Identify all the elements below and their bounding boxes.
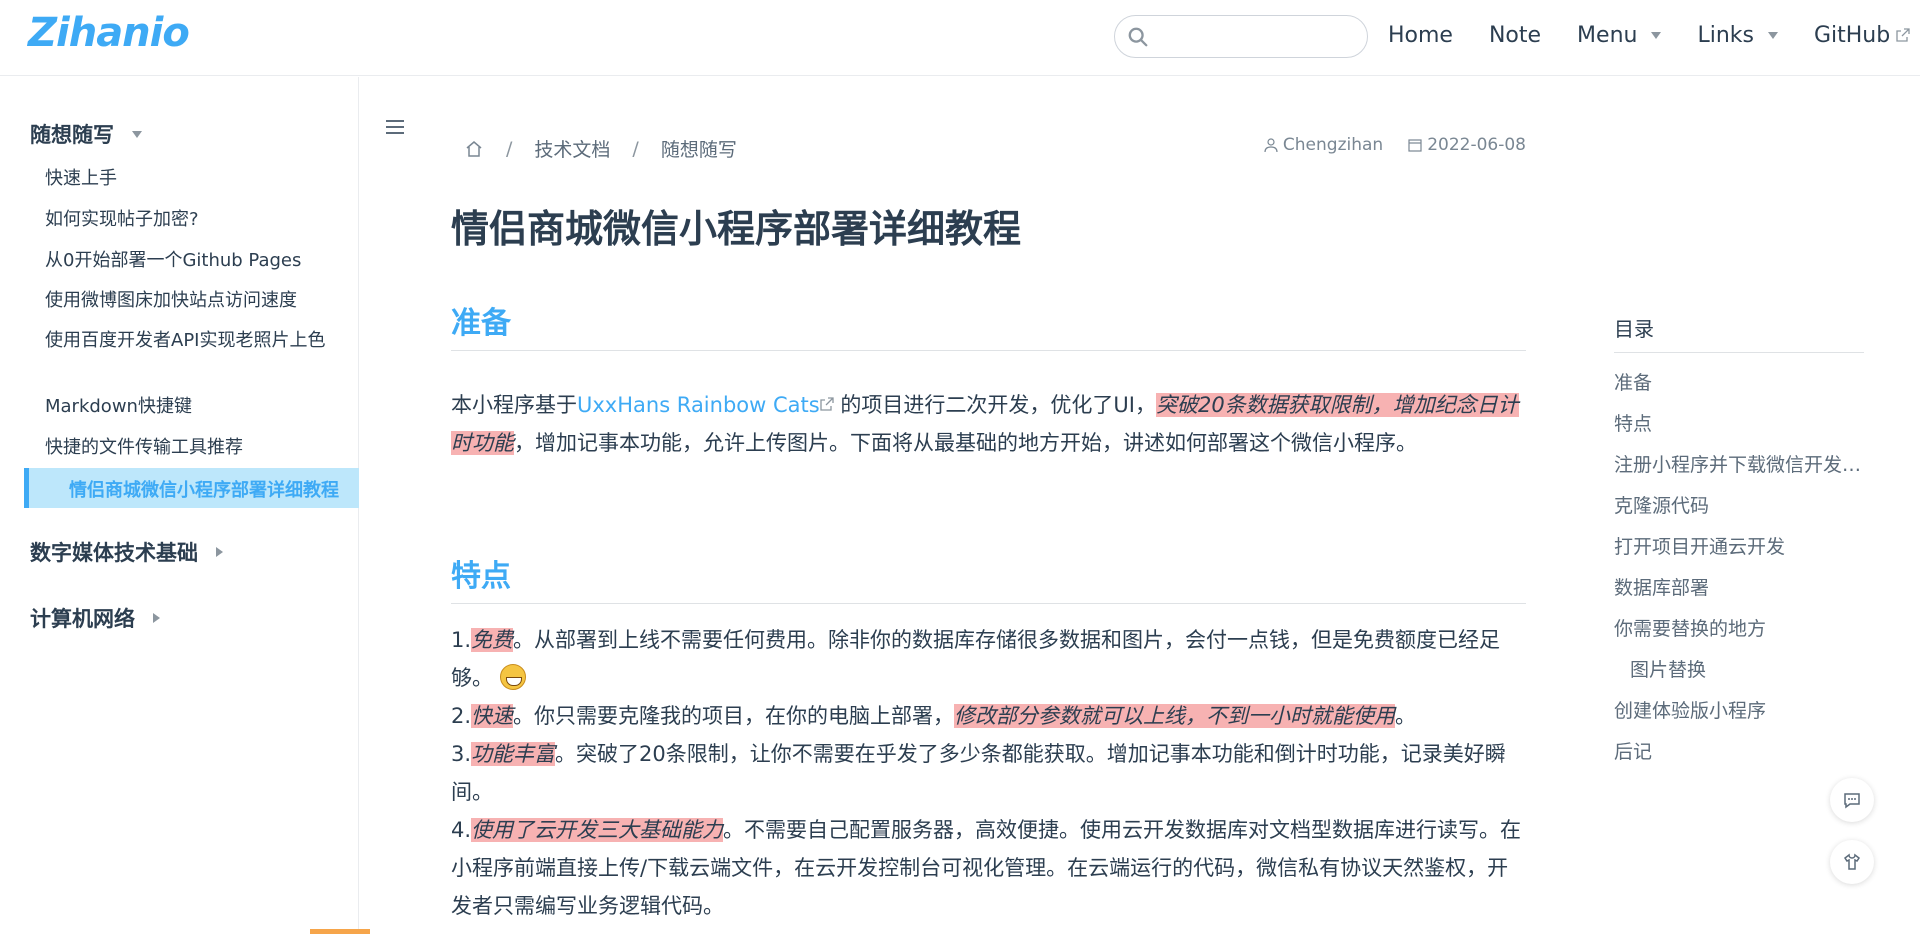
calendar-icon <box>1408 139 1422 152</box>
search-icon <box>1128 27 1148 47</box>
shirt-icon <box>1843 853 1861 870</box>
navbar: Zihanio Home Note Menu Links GitHub <box>0 0 1920 76</box>
sidebar-item[interactable]: Markdown快捷键 <box>45 395 335 419</box>
chevron-down-icon <box>1767 31 1778 39</box>
breadcrumb-item[interactable]: 技术文档 <box>534 135 610 162</box>
sidebar-item-active-label: 情侣商城微信小程序部署详细教程 <box>69 480 339 501</box>
home-icon[interactable] <box>464 139 484 159</box>
sidebar-item[interactable]: 使用百度开发者API实现老照片上色 <box>45 329 335 353</box>
toc-item[interactable]: 你需要替换的地方 <box>1614 609 1864 650</box>
highlight-text: 使用了云开发三大基础能力 <box>471 818 724 842</box>
toc-item[interactable]: 注册小程序并下载微信开发者工具 <box>1614 445 1864 486</box>
sidebar-group-suixiang[interactable]: 随想随写 <box>30 119 142 149</box>
section-heading-features: 特点 <box>451 551 1526 604</box>
post-date: 2022-06-08 <box>1427 135 1526 155</box>
site-logo[interactable]: Zihanio <box>28 10 190 56</box>
nav-home[interactable]: Home <box>1388 23 1453 48</box>
table-of-contents: 目录 准备 特点 注册小程序并下载微信开发者工具 克隆源代码 打开项目开通云开发… <box>1614 313 1864 773</box>
text-span: 。突破了20条限制，让你不需要在乎发了多少条都能获取。增加记事本功能和倒计时功能… <box>451 742 1506 804</box>
highlight-text: 免费 <box>471 628 514 652</box>
nav-links-label: Links <box>1697 22 1754 48</box>
highlight-text: 功能丰富 <box>471 742 556 766</box>
toc-item[interactable]: 数据库部署 <box>1614 568 1864 609</box>
toc-item[interactable]: 创建体验版小程序 <box>1614 691 1864 732</box>
highlight-text: 快速 <box>471 704 514 728</box>
sidebar-group-label: 随想随写 <box>30 123 114 147</box>
text-span: 的项目进行二次开发，优化了UI， <box>833 393 1156 417</box>
highlight-text: 修改部分参数就可以上线，不到一小时就能使用 <box>954 704 1396 728</box>
comment-icon <box>1844 793 1860 809</box>
toc-item[interactable]: 图片替换 <box>1614 650 1864 691</box>
sidebar-group-digital-media[interactable]: 数字媒体技术基础 <box>30 537 223 567</box>
external-link-icon <box>820 397 834 411</box>
nav-github[interactable]: GitHub <box>1814 23 1910 48</box>
features-paragraph: 1.免费。从部署到上线不需要任何费用。除非你的数据库存储很多数据和图片，会付一点… <box>451 621 1526 925</box>
nav-links-dropdown[interactable]: Links <box>1697 23 1778 48</box>
chevron-down-icon <box>1651 31 1662 39</box>
sidebar-group-label: 数字媒体技术基础 <box>30 541 198 565</box>
author-meta: Chengzihan <box>1263 135 1383 155</box>
nav-note-label: Note <box>1488 22 1542 48</box>
toc-item[interactable]: 克隆源代码 <box>1614 486 1864 527</box>
grin-emoji-icon <box>499 664 526 690</box>
text-span: 。你只需要克隆我的项目，在你的电脑上部署， <box>513 704 955 728</box>
list-number: 4. <box>451 818 472 842</box>
list-number: 1. <box>451 628 472 652</box>
chevron-down-icon <box>132 130 142 138</box>
nav-github-label: GitHub <box>1813 22 1891 48</box>
user-icon <box>1264 138 1278 153</box>
text-span: 。 <box>1395 704 1417 728</box>
toc-item[interactable]: 特点 <box>1614 404 1864 445</box>
text-span: 本小程序基于 <box>451 393 577 417</box>
text-span: 。从部署到上线不需要任何费用。除非你的数据库存储很多数据和图片，会付一点钱，但是… <box>451 628 1501 690</box>
nav-links: Home Note Menu Links GitHub <box>1388 0 1920 70</box>
toc-title: 目录 <box>1614 313 1864 353</box>
search-input[interactable] <box>1114 15 1368 58</box>
external-link-icon <box>1896 28 1910 42</box>
sidebar-item[interactable]: 如何实现帖子加密? <box>45 208 335 232</box>
list-number: 2. <box>451 704 472 728</box>
breadcrumb-item[interactable]: 随想随写 <box>661 135 737 162</box>
sidebar-item-active[interactable]: 情侣商城微信小程序部署详细教程 <box>24 468 359 508</box>
sidebar-item[interactable]: 快捷的文件传输工具推荐 <box>45 436 335 460</box>
nav-menu-dropdown[interactable]: Menu <box>1577 22 1662 48</box>
toc-item[interactable]: 打开项目开通云开发 <box>1614 527 1864 568</box>
sidebar: 随想随写 快速上手 如何实现帖子加密? 从0开始部署一个Github Pages… <box>0 77 359 934</box>
sidebar-item[interactable]: 从0开始部署一个Github Pages <box>45 249 335 273</box>
toc-item[interactable]: 后记 <box>1614 732 1864 773</box>
sidebar-group-label: 计算机网络 <box>30 607 135 631</box>
sidebar-toggle-icon[interactable] <box>386 120 404 136</box>
chevron-right-icon <box>153 613 160 623</box>
theme-button[interactable] <box>1830 840 1874 884</box>
comment-button[interactable] <box>1830 778 1874 822</box>
sidebar-group-network[interactable]: 计算机网络 <box>30 603 160 633</box>
prep-paragraph: 本小程序基于UxxHans Rainbow Cats 的项目进行二次开发，优化了… <box>451 386 1526 462</box>
text-span: ，增加记事本功能，允许上传图片。下面将从最基础的地方开始，讲述如何部署这个微信小… <box>514 431 1417 455</box>
page-meta: Chengzihan 2022-06-08 <box>1239 135 1526 155</box>
breadcrumb-separator: / <box>632 137 639 160</box>
toc-item[interactable]: 准备 <box>1614 363 1864 404</box>
scroll-progress-bar <box>310 929 370 934</box>
section-heading-prep: 准备 <box>451 298 1526 351</box>
sidebar-item[interactable]: 快速上手 <box>45 167 335 191</box>
page-title: 情侣商城微信小程序部署详细教程 <box>451 207 1022 251</box>
breadcrumb: / 技术文档 / 随想随写 <box>464 135 737 162</box>
date-meta: 2022-06-08 <box>1407 135 1526 155</box>
author-name[interactable]: Chengzihan <box>1283 135 1383 155</box>
nav-menu-label: Menu <box>1577 22 1638 48</box>
breadcrumb-separator: / <box>506 137 513 160</box>
uxxhans-link[interactable]: UxxHans Rainbow Cats <box>577 393 820 417</box>
nav-note[interactable]: Note <box>1489 23 1541 48</box>
list-number: 3. <box>451 742 472 766</box>
nav-home-label: Home <box>1388 22 1453 48</box>
chevron-right-icon <box>216 547 223 557</box>
sidebar-item[interactable]: 使用微博图床加快站点访问速度 <box>45 289 335 313</box>
